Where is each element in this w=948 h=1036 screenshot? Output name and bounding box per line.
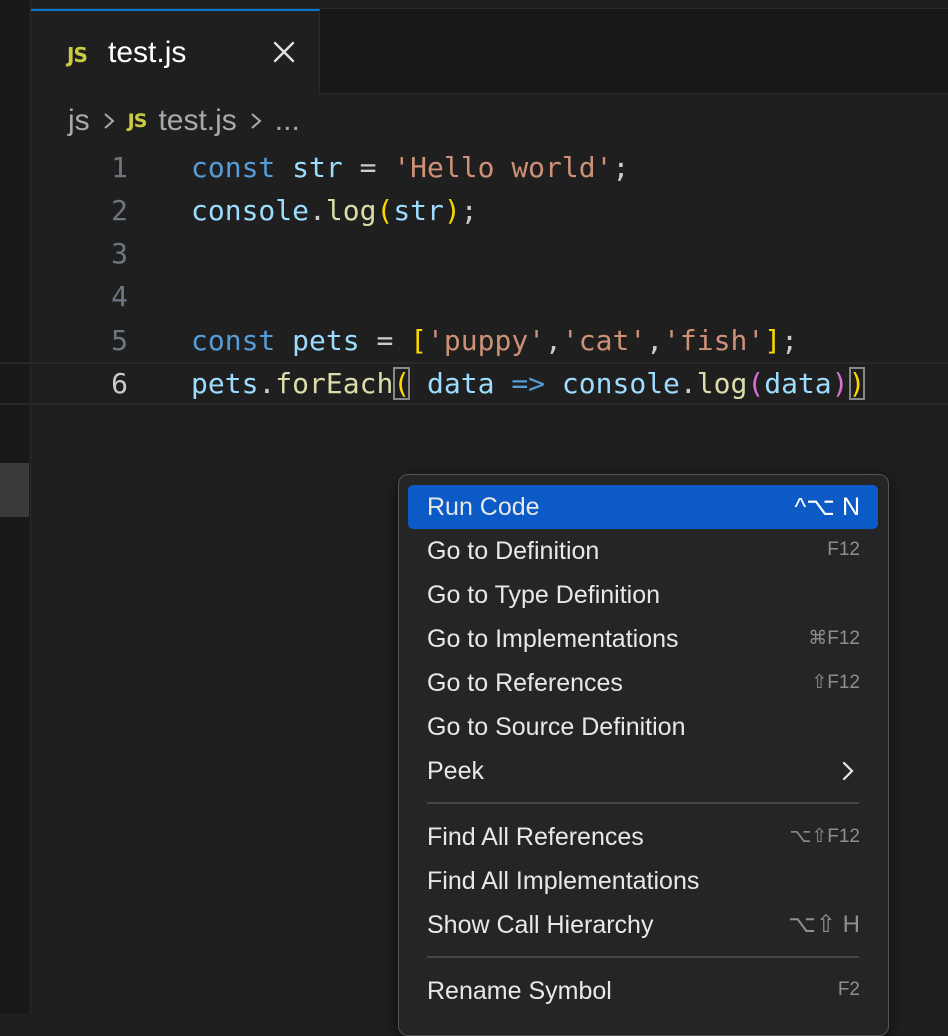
- menu-item-label: Go to Source Definition: [427, 713, 686, 741]
- activity-bar-active-item[interactable]: [0, 463, 29, 517]
- code-line-current[interactable]: 6 pets.forEach( data => console.log(data…: [0, 362, 948, 405]
- tab-title: test.js: [108, 36, 187, 69]
- menu-item-go-to-definition[interactable]: Go to Definition F12: [408, 529, 878, 573]
- menu-item-shortcut: F12: [827, 539, 860, 560]
- line-code: pets.forEach( data => console.log(data)): [191, 367, 866, 400]
- line-number: 3: [111, 237, 128, 270]
- menu-item-shortcut: ⌥⇧F12: [789, 826, 860, 847]
- menu-item-label: Go to Type Definition: [427, 581, 661, 609]
- line-number: 4: [111, 280, 128, 313]
- tab-bar: JS test.js: [31, 8, 948, 95]
- menu-item-label: Go to References: [427, 669, 623, 697]
- menu-separator: [427, 956, 859, 958]
- menu-item-rename-symbol[interactable]: Rename Symbol F2: [408, 969, 878, 1013]
- menu-item-label: Find All References: [427, 823, 644, 851]
- code-line[interactable]: 2 console.log(str);: [0, 189, 948, 232]
- line-number: 5: [111, 324, 128, 357]
- menu-item-label: Go to Implementations: [427, 625, 679, 653]
- code-line[interactable]: 5 const pets = ['puppy','cat','fish'];: [0, 319, 948, 362]
- menu-item-show-call-hierarchy[interactable]: Show Call Hierarchy ⌥⇧ H: [408, 903, 878, 947]
- context-menu: Run Code ^⌥ N Go to Definition F12 Go to…: [398, 474, 889, 1036]
- menu-item-find-all-references[interactable]: Find All References ⌥⇧F12: [408, 815, 878, 859]
- menu-item-shortcut: F2: [837, 979, 860, 1000]
- menu-item-label: Rename Symbol: [427, 977, 612, 1005]
- line-code: const str = 'Hello world';: [191, 151, 630, 184]
- tab-test-js[interactable]: JS test.js: [31, 9, 320, 95]
- menu-item-label: Show Call Hierarchy: [427, 911, 654, 939]
- breadcrumb-more[interactable]: ...: [275, 104, 300, 138]
- menu-item-go-to-source-definition[interactable]: Go to Source Definition: [408, 705, 878, 749]
- menu-item-label: Run Code: [427, 493, 540, 521]
- menu-item-label: Find All Implementations: [427, 867, 700, 895]
- menu-item-label: Peek: [427, 757, 484, 785]
- line-number: 1: [111, 151, 128, 184]
- code-line[interactable]: 4: [0, 275, 948, 318]
- menu-item-find-all-implementations[interactable]: Find All Implementations: [408, 859, 878, 903]
- close-icon[interactable]: [269, 37, 299, 67]
- line-code: console.log(str);: [191, 194, 478, 227]
- menu-item-go-to-type-definition[interactable]: Go to Type Definition: [408, 573, 878, 617]
- menu-item-go-to-references[interactable]: Go to References ⇧F12: [408, 661, 878, 705]
- menu-item-run-code[interactable]: Run Code ^⌥ N: [408, 485, 878, 529]
- chevron-right-icon: [104, 113, 115, 129]
- breadcrumb: js JS test.js ...: [68, 102, 300, 140]
- line-code: const pets = ['puppy','cat','fish'];: [191, 324, 798, 357]
- menu-item-label: Go to Definition: [427, 537, 600, 565]
- menu-item-peek[interactable]: Peek: [408, 749, 878, 793]
- breadcrumb-file[interactable]: test.js: [158, 104, 236, 138]
- menu-item-shortcut: ⌥⇧ H: [788, 911, 860, 938]
- menu-item-shortcut: ⌘F12: [808, 628, 860, 649]
- line-number: 6: [111, 367, 128, 400]
- menu-item-go-to-implementations[interactable]: Go to Implementations ⌘F12: [408, 617, 878, 661]
- code-line[interactable]: 3: [0, 232, 948, 275]
- menu-item-shortcut: ⇧F12: [811, 672, 860, 693]
- code-line[interactable]: 1 const str = 'Hello world';: [0, 146, 948, 189]
- menu-separator: [427, 802, 859, 804]
- breadcrumb-folder[interactable]: js: [68, 104, 90, 138]
- line-number: 2: [111, 194, 128, 227]
- js-file-icon: JS: [67, 43, 88, 67]
- chevron-right-icon: [251, 113, 262, 129]
- js-file-icon: JS: [127, 110, 148, 132]
- chevron-right-icon: [842, 761, 854, 781]
- menu-item-shortcut: ^⌥ N: [794, 493, 860, 521]
